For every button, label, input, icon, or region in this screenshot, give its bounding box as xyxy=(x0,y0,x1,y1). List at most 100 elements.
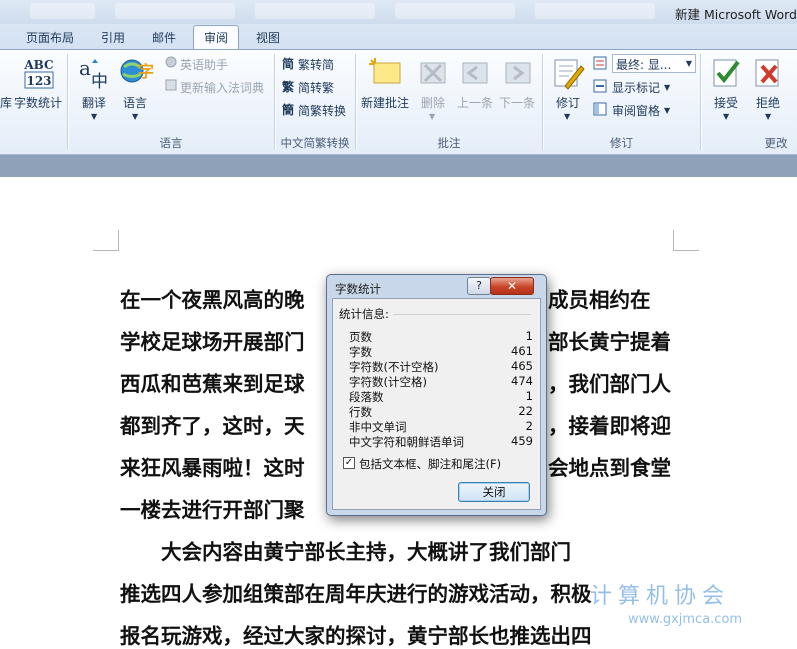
translate-icon: a 中 xyxy=(79,56,108,91)
document-line[interactable]: 来狂风暴雨啦！这时 xyxy=(120,451,305,481)
stat-row: 字符数(计空格) 474 xyxy=(349,374,533,389)
stat-value: 1 xyxy=(525,329,533,343)
stat-value: 474 xyxy=(511,374,533,388)
document-line[interactable]: 在一个夜黑风高的晚 xyxy=(120,283,305,313)
svg-text:a: a xyxy=(79,56,91,80)
group-label-tracking: 修订 xyxy=(610,136,633,150)
new-comment-label[interactable]: 新建批注 xyxy=(361,94,409,111)
stat-label: 字数 xyxy=(349,345,372,359)
chevron-down-icon[interactable]: ▼ xyxy=(664,106,670,115)
new-comment-icon xyxy=(369,58,401,84)
next-comment-button[interactable]: 下一条 xyxy=(499,94,535,111)
stat-row: 中文字符和朝鲜语单词 459 xyxy=(349,434,533,449)
dialog-body: 统计信息: 页数 1 字数 461 字符数(不计空格) 465 字符数(计空格)… xyxy=(332,298,541,510)
dictionary-icon xyxy=(165,79,177,91)
language-button[interactable]: 字 xyxy=(118,55,154,91)
tab-page-layout[interactable]: 页面布局 xyxy=(26,29,74,46)
background-window-tab xyxy=(255,3,375,19)
translate-label[interactable]: 翻译 xyxy=(82,94,106,111)
title-bar: 新建 Microsoft Word xyxy=(0,0,797,24)
svg-text:字: 字 xyxy=(138,62,154,81)
english-assistant-button[interactable]: 英语助手 xyxy=(180,56,228,73)
watermark-logo: 计算机协会 xyxy=(590,584,731,609)
close-icon[interactable]: ✕ xyxy=(490,277,534,295)
show-markup-icon xyxy=(593,79,607,93)
traditional-to-simplified-button[interactable]: 繁转简 xyxy=(298,56,334,73)
track-changes-label[interactable]: 修订 xyxy=(556,94,580,111)
dialog-title: 字数统计 xyxy=(335,282,381,296)
new-comment-button[interactable] xyxy=(368,57,404,89)
background-window-tab xyxy=(535,3,655,19)
accept-change-icon xyxy=(713,59,740,87)
stat-row: 字数 461 xyxy=(349,344,533,359)
document-line-fragment[interactable]: ，我们部门人 xyxy=(548,367,671,397)
translate-button[interactable]: a 中 xyxy=(77,55,113,91)
document-line[interactable]: 推选四人参加组策部在周年庆进行的游戏活动，积极 xyxy=(120,577,592,607)
word-count-button[interactable]: ABC 123 xyxy=(22,56,56,90)
delete-comment-button[interactable]: 删除 xyxy=(421,94,445,111)
track-changes-button[interactable] xyxy=(551,56,585,90)
stat-label: 页数 xyxy=(349,330,372,344)
document-line-fragment[interactable]: ，接着即将迎 xyxy=(548,409,671,439)
stat-value: 461 xyxy=(511,344,533,358)
document-line[interactable]: 学校足球场开展部门 xyxy=(120,325,305,355)
tab-mailings[interactable]: 邮件 xyxy=(152,29,176,46)
svg-text:簡: 簡 xyxy=(282,102,294,116)
language-label[interactable]: 语言 xyxy=(123,94,147,111)
stat-row: 字符数(不计空格) 465 xyxy=(349,359,533,374)
accept-button[interactable] xyxy=(709,56,743,90)
simp-to-trad-icon: 繁 xyxy=(282,79,296,94)
svg-text:简: 简 xyxy=(282,56,294,70)
reviewing-pane-button[interactable]: 审阅窗格 xyxy=(612,102,660,119)
display-for-review-select[interactable]: 最终: 显... ▼ xyxy=(612,54,696,73)
trad-to-simp-icon: 简 xyxy=(282,56,296,71)
margin-corner-mark xyxy=(93,230,119,251)
margin-corner-mark xyxy=(673,230,699,251)
svg-text:ABC: ABC xyxy=(23,58,53,72)
help-button[interactable]: ? xyxy=(467,277,491,295)
document-line[interactable]: 一楼去进行开部门聚 xyxy=(120,493,305,523)
chevron-down-icon[interactable]: ▼ xyxy=(765,112,771,121)
chevron-down-icon[interactable]: ▼ xyxy=(429,112,435,121)
include-textboxes-label[interactable]: 包括文本框、脚注和尾注(F) xyxy=(359,456,501,472)
next-comment-icon xyxy=(502,57,534,92)
stat-label: 字符数(不计空格) xyxy=(349,360,439,374)
chevron-down-icon[interactable]: ▼ xyxy=(723,112,729,121)
divider xyxy=(393,314,531,315)
reject-label[interactable]: 拒绝 xyxy=(756,94,780,111)
stat-value: 22 xyxy=(518,404,533,418)
document-line[interactable]: 报名玩游戏，经过大家的探讨，黄宁部长也推选出四 xyxy=(120,619,592,649)
document-line[interactable]: 大会内容由黄宁部长主持，大概讲了我们部门 xyxy=(120,535,571,565)
svg-text:繁: 繁 xyxy=(282,79,295,93)
update-ime-dictionary-button[interactable]: 更新输入法词典 xyxy=(180,79,264,96)
group-label-comments: 批注 xyxy=(437,136,461,150)
document-line-fragment[interactable]: 部长黄宁提着 xyxy=(548,325,671,355)
include-textboxes-checkbox[interactable]: ✓ xyxy=(343,457,355,469)
document-line[interactable]: 西瓜和芭蕉来到足球 xyxy=(120,367,305,397)
chevron-down-icon[interactable]: ▼ xyxy=(686,59,692,68)
stat-row: 非中文单词 2 xyxy=(349,419,533,434)
chinese-conversion-button[interactable]: 简繁转换 xyxy=(298,102,346,119)
background-window-tab xyxy=(115,3,235,19)
tab-view[interactable]: 视图 xyxy=(256,29,280,46)
previous-comment-button[interactable]: 上一条 xyxy=(457,94,493,111)
show-markup-button[interactable]: 显示标记 xyxy=(612,79,660,96)
chevron-down-icon[interactable]: ▼ xyxy=(132,112,138,121)
chevron-down-icon[interactable]: ▼ xyxy=(564,112,570,121)
group-label-changes: 更改 xyxy=(764,136,788,150)
document-line-fragment[interactable]: 会地点到食堂 xyxy=(548,451,671,481)
stat-row: 段落数 1 xyxy=(349,389,533,404)
tab-references[interactable]: 引用 xyxy=(101,29,125,46)
group-label-chinese-conversion: 中文简繁转换 xyxy=(280,136,350,150)
simplified-to-traditional-button[interactable]: 简转繁 xyxy=(298,79,334,96)
word-count-label[interactable]: 字数统计 xyxy=(14,94,62,111)
chevron-down-icon[interactable]: ▼ xyxy=(664,83,670,92)
document-line[interactable]: 都到齐了，这时，天 xyxy=(120,409,305,439)
document-line-fragment[interactable]: 成员相约在 xyxy=(548,283,651,313)
chevron-down-icon[interactable]: ▼ xyxy=(91,112,97,121)
accept-label[interactable]: 接受 xyxy=(714,94,738,111)
tab-review[interactable]: 审阅 xyxy=(193,25,240,49)
close-button[interactable]: 关闭 xyxy=(458,482,530,502)
thesaurus-label-cut[interactable]: 库 xyxy=(0,94,12,111)
reject-button[interactable] xyxy=(751,56,785,90)
